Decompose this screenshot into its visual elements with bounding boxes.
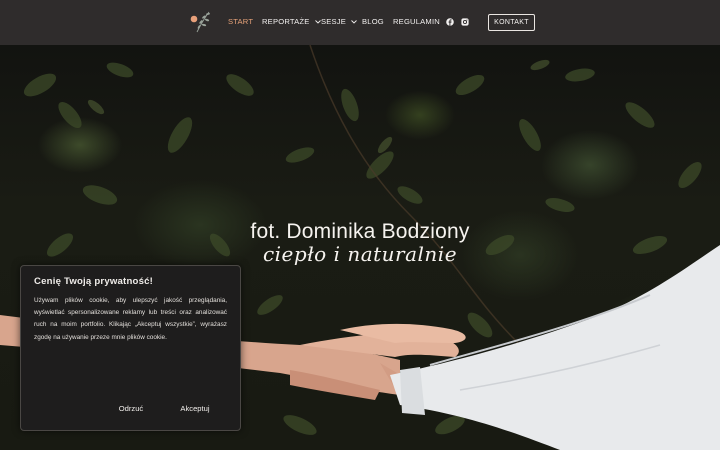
cookie-consent-dialog: Cenię Twoją prywatność! Używam plików co… xyxy=(20,265,241,431)
nav-item-label: SESJE xyxy=(321,17,347,26)
hero-subtitle: ciepło i naturalnie xyxy=(262,242,458,266)
site-header: START REPORTAŻE SESJE BLOG REGULAMIN KON… xyxy=(0,0,720,45)
nav-item-regulamin[interactable]: REGULAMIN xyxy=(393,17,440,26)
nav-item-label: START xyxy=(228,17,254,26)
contact-button[interactable]: KONTAKT xyxy=(488,14,535,31)
accept-button-label: Akceptuj xyxy=(180,403,210,413)
contact-button-label: KONTAKT xyxy=(494,19,529,26)
logo[interactable] xyxy=(188,8,214,36)
hero-title: fot. Dominika Bodziony xyxy=(250,220,470,243)
nav-item-reportaze[interactable]: REPORTAŻE xyxy=(262,17,321,26)
nav-item-start[interactable]: START xyxy=(228,17,253,26)
nav-item-sesje[interactable]: SESJE xyxy=(321,17,357,26)
chevron-down-icon xyxy=(314,19,321,24)
chevron-down-icon xyxy=(351,19,357,24)
instagram-icon[interactable] xyxy=(461,18,469,26)
nav-item-blog[interactable]: BLOG xyxy=(362,17,384,26)
reject-button-label: Odrzuć xyxy=(118,403,144,413)
cookie-text: Używam plików cookie, aby ulepszyć jakoś… xyxy=(34,297,227,341)
nav-item-label: REPORTAŻE xyxy=(262,17,310,26)
accept-button[interactable]: Akceptuj xyxy=(155,400,235,416)
nav-item-label: REGULAMIN xyxy=(393,17,440,26)
facebook-icon[interactable] xyxy=(446,18,454,26)
cookie-title: Cenię Twoją prywatność! xyxy=(34,276,154,287)
nav-item-label: BLOG xyxy=(362,17,384,26)
